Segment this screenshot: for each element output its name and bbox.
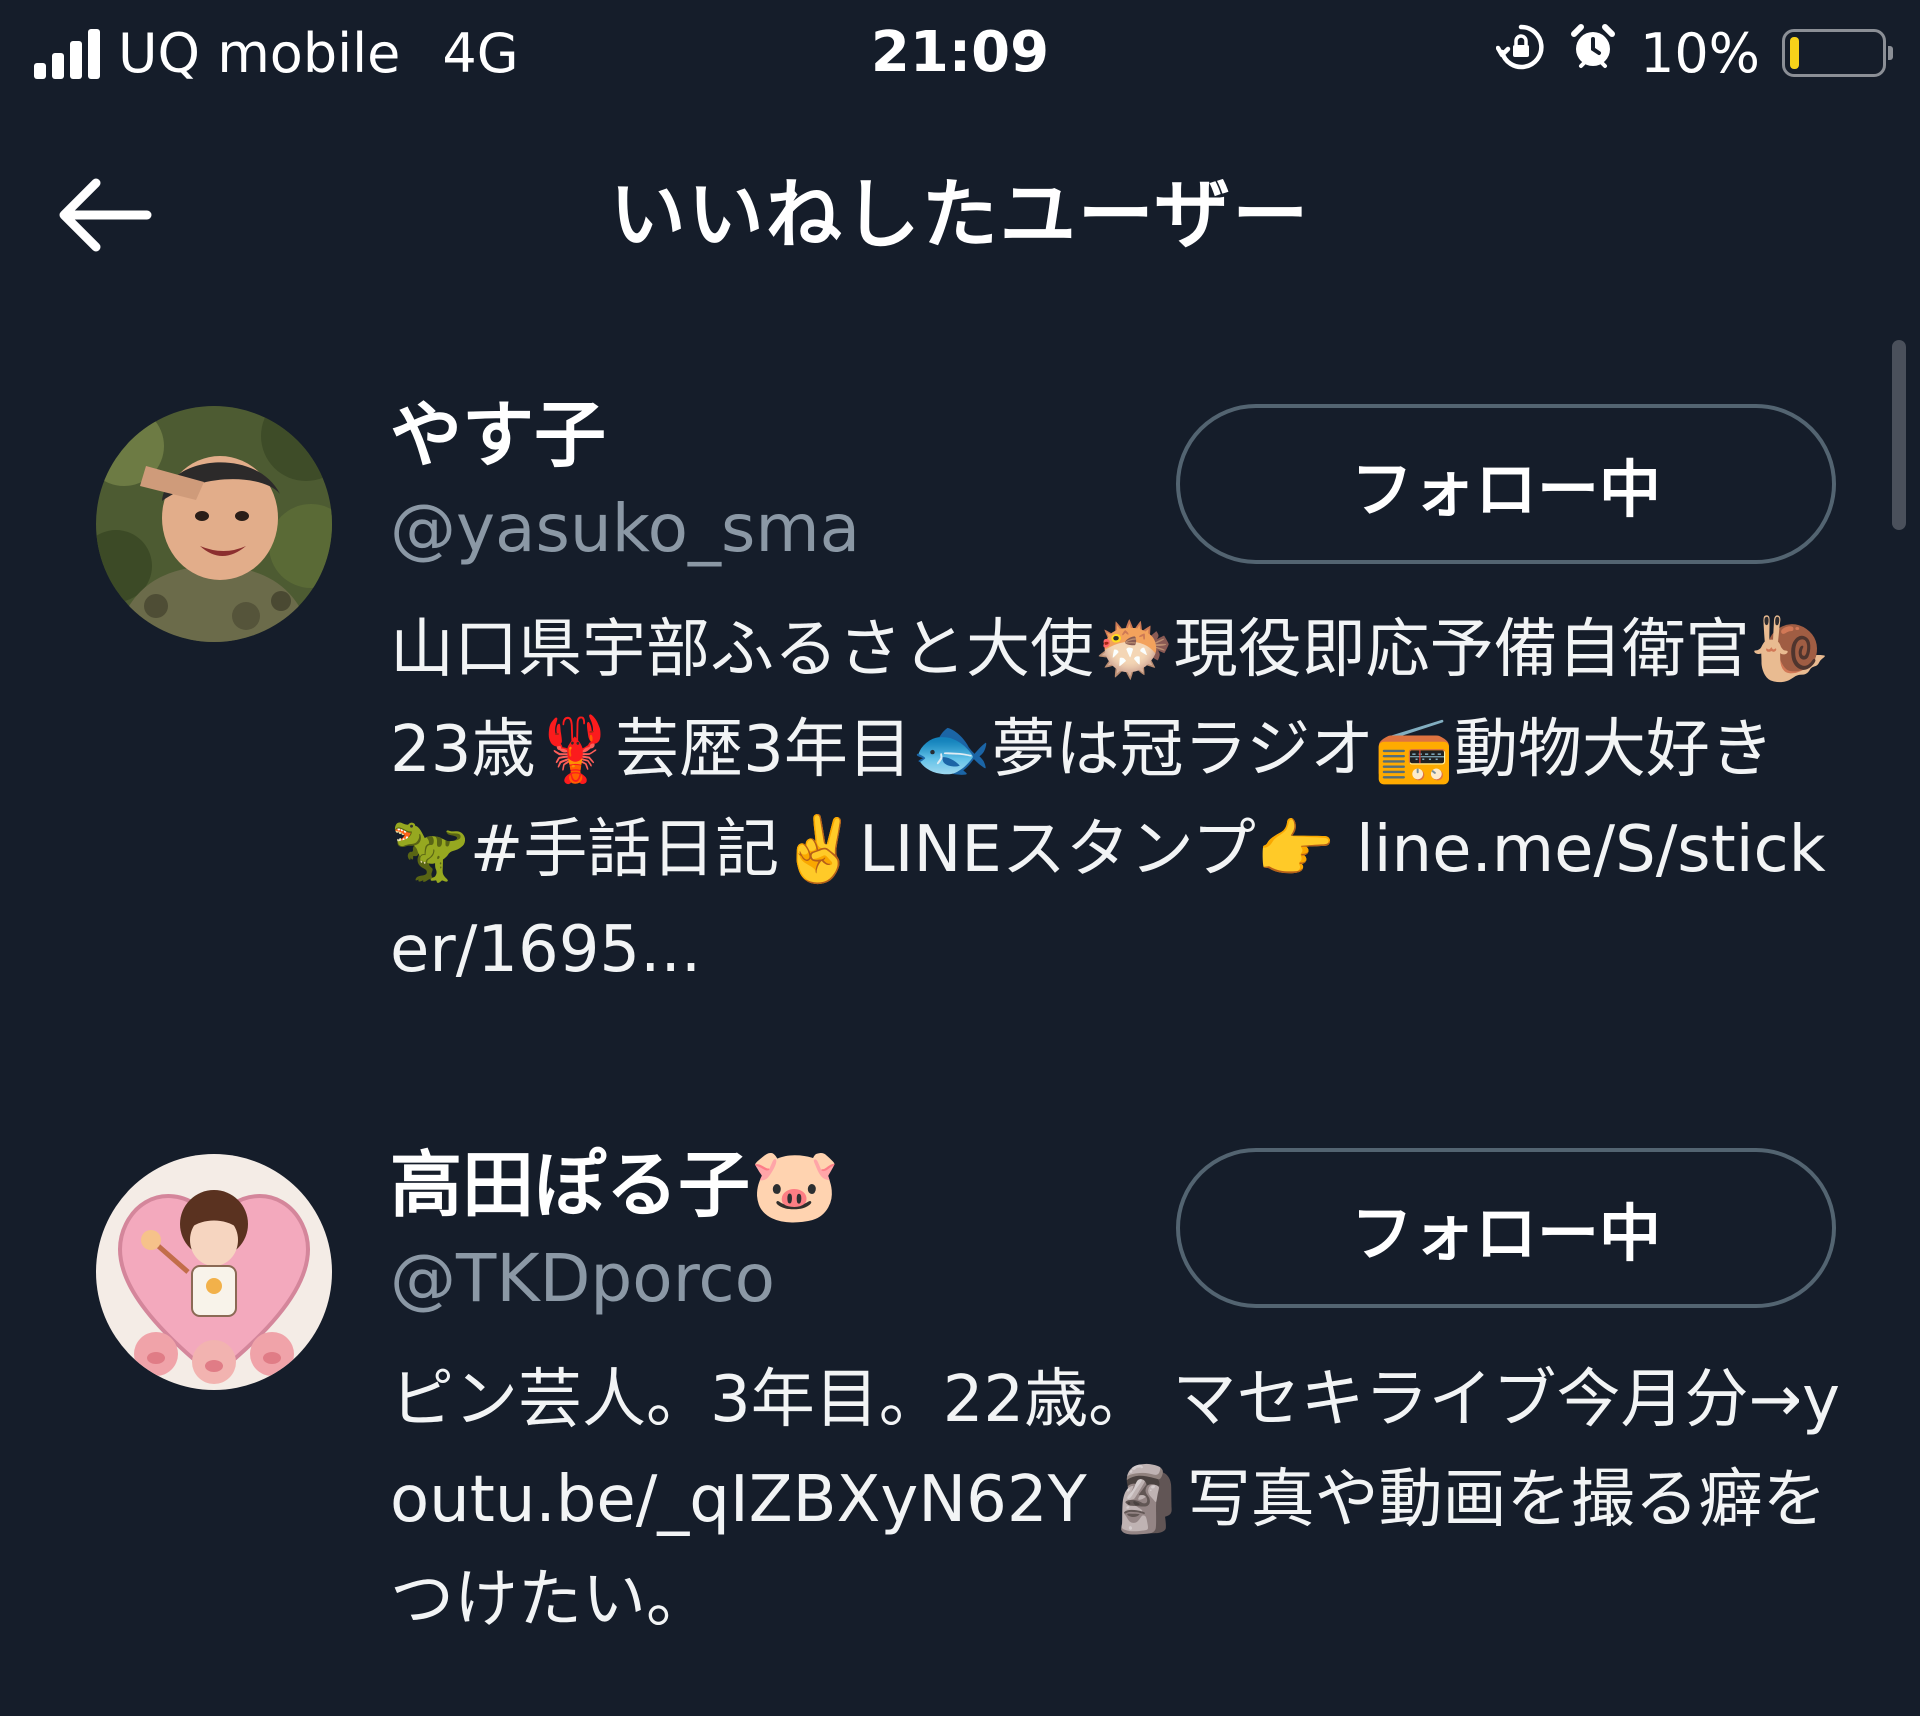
- battery-level-fill: [1790, 37, 1799, 69]
- user-bio: 山口県宇部ふるさと大使🐡現役即応予備自衛官🐌23歳🦞芸歴3年目🐟夢は冠ラジオ📻動…: [390, 613, 1830, 987]
- avatar[interactable]: [96, 1154, 332, 1390]
- scrollbar[interactable]: [1892, 340, 1906, 530]
- user-handle: @yasuko_sma: [390, 490, 861, 567]
- avatar[interactable]: [96, 406, 332, 642]
- user-handle: @TKDporco: [390, 1240, 776, 1317]
- battery-icon: [1782, 29, 1893, 77]
- battery-percent: 10%: [1639, 21, 1760, 85]
- following-button[interactable]: フォロー中: [1176, 404, 1836, 564]
- alarm-icon: [1568, 22, 1618, 85]
- user-bio: ピン芸人。3年目。22歳。 マセキライブ今月分→youtu.be/_qIZBXy…: [390, 1363, 1840, 1637]
- user-name[interactable]: やす子: [390, 390, 606, 480]
- page-title: いいねしたユーザー: [609, 170, 1311, 259]
- status-right: 10%: [1495, 18, 1893, 88]
- orientation-lock-icon: [1495, 22, 1546, 85]
- user-name[interactable]: 高田ぽる子🐷: [390, 1140, 840, 1230]
- following-button[interactable]: フォロー中: [1176, 1148, 1836, 1308]
- page-header: いいねしたユーザー: [0, 150, 1920, 280]
- status-bar: UQ mobile 4G 21:09 10%: [0, 0, 1920, 110]
